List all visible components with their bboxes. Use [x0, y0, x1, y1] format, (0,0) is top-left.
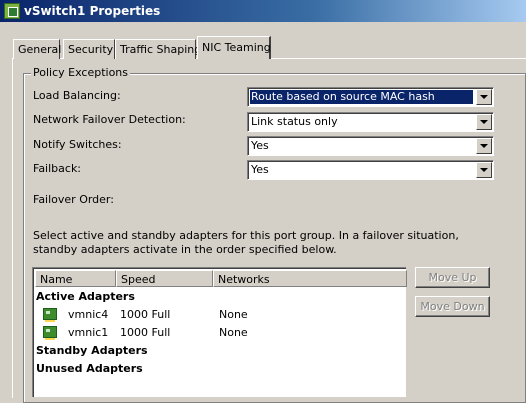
failback-label: Failback:	[33, 162, 82, 175]
title-bar: vSwitch1 Properties	[0, 0, 526, 22]
chevron-down-icon[interactable]	[476, 162, 492, 178]
nic-icon	[43, 308, 57, 322]
load-balancing-value: Route based on source MAC hash	[250, 90, 473, 104]
notify-switches-select[interactable]: Yes	[247, 136, 494, 156]
tab-security[interactable]: Security	[63, 39, 115, 59]
failover-detection-select[interactable]: Link status only	[247, 112, 494, 132]
adapter-networks: None	[219, 308, 248, 321]
adapter-networks: None	[219, 326, 248, 339]
failback-select[interactable]: Yes	[247, 160, 494, 180]
chevron-down-icon[interactable]	[476, 114, 492, 130]
failback-value: Yes	[251, 163, 269, 176]
chevron-down-icon[interactable]	[476, 138, 492, 154]
group-unused-adapters: Unused Adapters	[36, 362, 143, 375]
adapter-list[interactable]: Name Speed Networks Active Adapters vmni…	[32, 267, 407, 397]
tab-traffic-shaping[interactable]: Traffic Shaping	[115, 39, 201, 59]
failover-detection-value: Link status only	[251, 115, 338, 128]
column-header-networks[interactable]: Networks	[213, 270, 407, 287]
adapter-row[interactable]: vmnic1 1000 Full None	[35, 326, 405, 340]
load-balancing-select[interactable]: Route based on source MAC hash	[247, 87, 494, 107]
policy-exceptions-legend: Policy Exceptions	[31, 66, 131, 79]
adapter-speed: 1000 Full	[120, 326, 171, 339]
window-title: vSwitch1 Properties	[24, 4, 161, 18]
adapter-list-header: Name Speed Networks	[35, 270, 407, 287]
load-balancing-label: Load Balancing:	[33, 89, 121, 102]
move-down-button[interactable]: Move Down	[415, 296, 490, 317]
tab-nic-teaming[interactable]: NIC Teaming	[197, 36, 271, 59]
tab-general[interactable]: General	[13, 39, 61, 59]
chevron-down-icon[interactable]	[476, 89, 492, 105]
group-standby-adapters: Standby Adapters	[36, 344, 148, 357]
adapter-name: vmnic4	[68, 308, 109, 321]
column-header-name[interactable]: Name	[35, 270, 116, 287]
failover-detection-label: Network Failover Detection:	[33, 113, 186, 126]
notify-switches-label: Notify Switches:	[33, 138, 122, 151]
group-active-adapters: Active Adapters	[36, 290, 135, 303]
nic-icon	[43, 326, 57, 340]
move-up-button[interactable]: Move Up	[415, 267, 490, 288]
adapter-row[interactable]: vmnic4 1000 Full None	[35, 308, 405, 322]
adapter-speed: 1000 Full	[120, 308, 171, 321]
failover-order-label: Failover Order:	[33, 193, 114, 206]
adapter-name: vmnic1	[68, 326, 109, 339]
vswitch-icon	[4, 3, 20, 19]
failover-order-description: Select active and standby adapters for t…	[33, 229, 459, 256]
notify-switches-value: Yes	[251, 139, 269, 152]
column-header-speed[interactable]: Speed	[116, 270, 213, 287]
